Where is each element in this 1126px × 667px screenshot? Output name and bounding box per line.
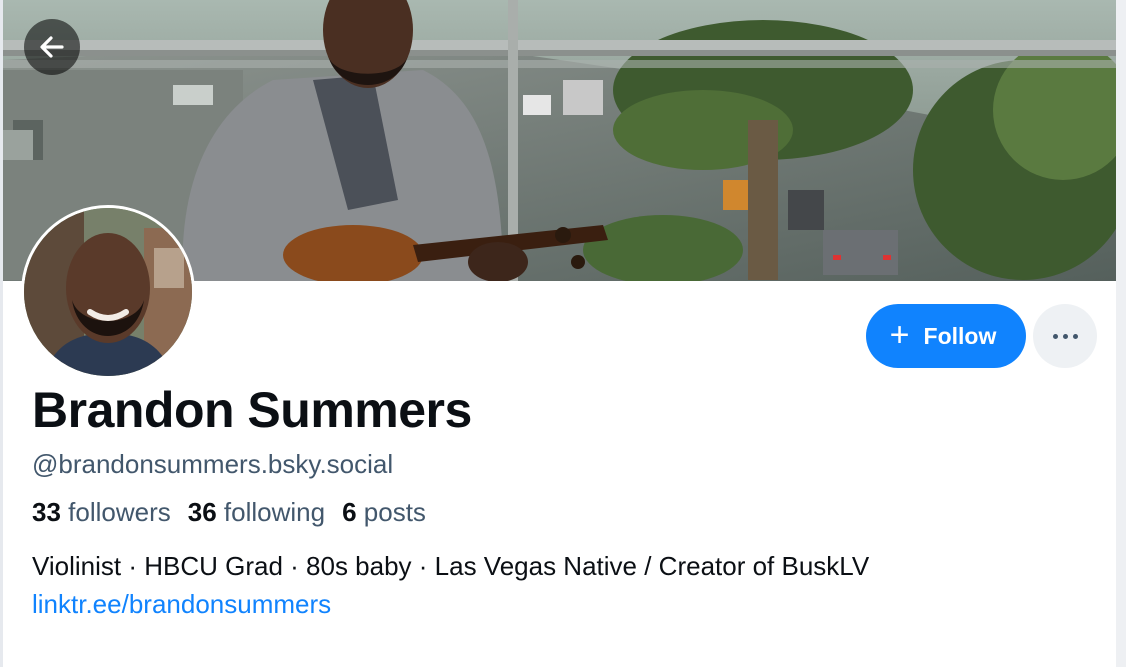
handle: @brandonsummers.bsky.social [32,449,394,479]
follow-label: Follow [923,322,997,349]
more-options-button[interactable] [1033,304,1097,368]
following-stat[interactable]: 36 following [188,497,325,528]
posts-stat: 6 posts [342,497,426,528]
bio-text: Violinist · HBCU Grad · 80s baby · Las V… [32,551,870,581]
avatar[interactable] [21,205,195,379]
follow-button[interactable]: + Follow [866,304,1026,368]
ellipsis-icon [1052,333,1078,339]
avatar-image [24,208,192,376]
scrollbar-track[interactable] [1116,0,1126,667]
plus-icon: + [889,315,910,354]
following-count: 36 [187,497,217,527]
profile-stats: 33 followers 36 following 6 posts [32,497,426,528]
posts-label: posts [363,497,426,527]
posts-count: 6 [342,497,357,527]
following-label: following [223,497,326,527]
followers-stat[interactable]: 33 followers [32,497,171,528]
followers-count: 33 [32,497,61,527]
display-name: Brandon Summers [32,382,472,438]
back-button[interactable] [24,19,80,75]
arrow-left-icon [40,36,64,58]
followers-label: followers [68,497,171,527]
bio-link[interactable]: linktr.ee/brandonsummers [32,589,331,620]
